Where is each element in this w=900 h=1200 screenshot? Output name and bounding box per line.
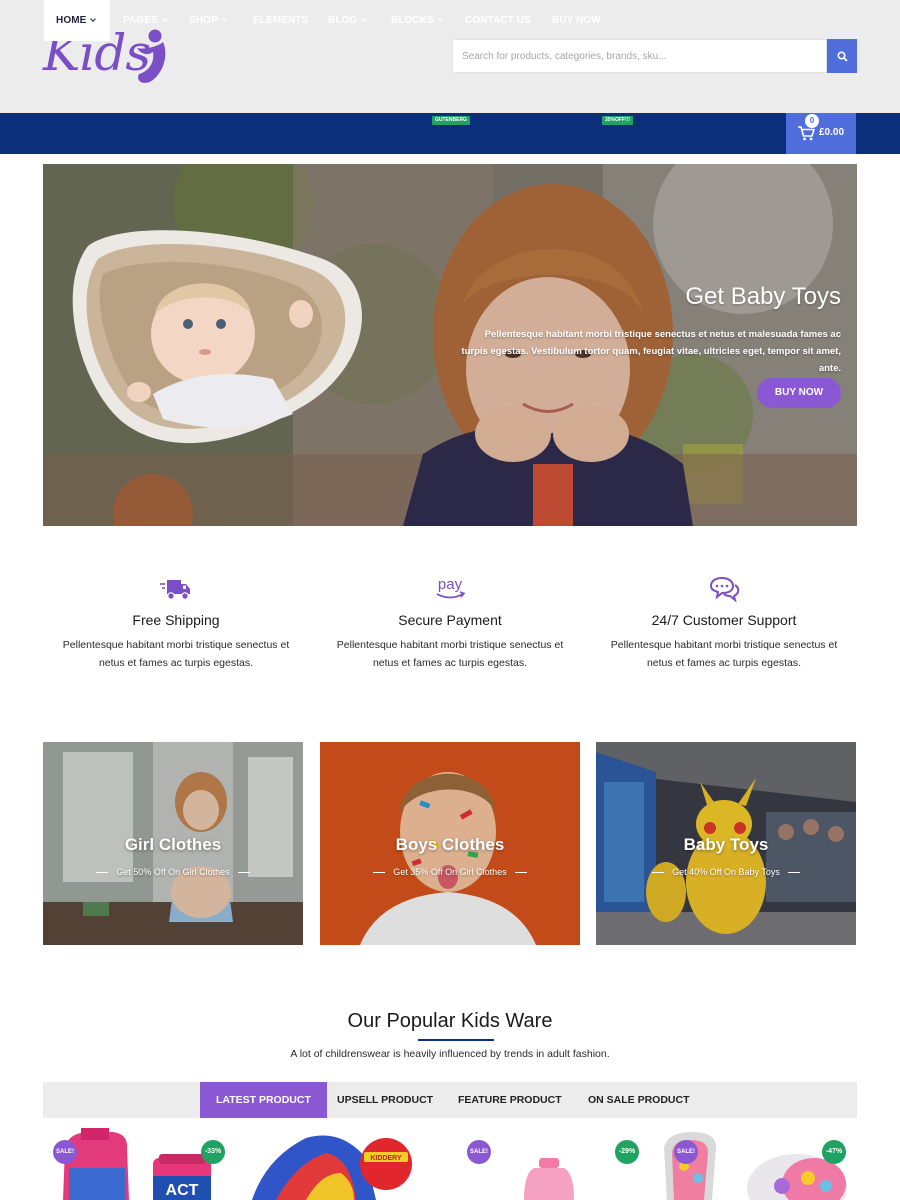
chevron-down-icon: [90, 16, 97, 22]
search-input[interactable]: [453, 40, 826, 72]
product-card-lotion[interactable]: SALE!: [464, 1128, 584, 1200]
category-offer-text: Get 40% Off On Baby Toys: [672, 867, 780, 877]
product-print: ACT: [166, 1182, 199, 1199]
nav-item-blog[interactable]: BLOG: [328, 0, 368, 41]
nav-label: ELEMENTS: [253, 15, 309, 26]
category-title: Baby Toys: [683, 835, 769, 854]
product-card-bouncer[interactable]: -47%: [742, 1128, 857, 1200]
product-tabs: LATEST PRODUCT UPSELL PRODUCT FEATURE PR…: [43, 1082, 857, 1118]
tab-latest-product[interactable]: LATEST PRODUCT: [200, 1082, 327, 1118]
nav-label: BUY NOW: [552, 15, 601, 26]
search-button[interactable]: [827, 39, 857, 73]
category-subtitle: Get 50% Off On Girl Clothes: [43, 867, 303, 877]
category-offer-text: Get 50% Off On Girl Clothes: [116, 867, 230, 877]
tab-on-sale-product[interactable]: ON SALE PRODUCT: [588, 1082, 690, 1118]
nav-label: SHOP: [189, 15, 218, 26]
nav-label: BLOCKS: [391, 15, 434, 26]
category-offer-text: Get 35% Off On Girl Clothes: [393, 867, 507, 877]
product-card-mouthwash[interactable]: ACT SALE! -33%: [43, 1128, 233, 1200]
sale-badge: SALE!: [53, 1140, 77, 1164]
sale-badge: SALE!: [674, 1140, 698, 1164]
truck-icon: [160, 580, 190, 600]
nav-item-contact[interactable]: CONTACT US: [465, 0, 531, 41]
pay-icon: pay: [436, 576, 466, 599]
product-card-baby-chair[interactable]: -29% SALE!: [612, 1128, 732, 1200]
hero-title: Get Baby Toys: [685, 283, 841, 310]
nav-label: CONTACT US: [465, 15, 531, 26]
cart-count-badge: 0: [805, 114, 819, 128]
feature-secure-payment: pay Secure Payment Pellentesque habitant…: [313, 574, 587, 672]
category-subtitle: Get 35% Off On Girl Clothes: [320, 867, 580, 877]
search-icon: [836, 50, 848, 62]
chevron-down-icon: [437, 16, 444, 22]
chevron-down-icon: [361, 16, 368, 22]
nav-item-pages[interactable]: PAGES: [123, 0, 168, 41]
search-field[interactable]: [452, 39, 827, 73]
feature-text: Pellentesque habitant morbi tristique se…: [336, 639, 564, 669]
cart-button[interactable]: 0 £0.00: [786, 113, 856, 154]
nav-item-blocks[interactable]: BLOCKS: [391, 0, 444, 41]
category-title: Girl Clothes: [124, 835, 222, 854]
category-title: Boys Clothes: [395, 835, 505, 854]
nav-item-home[interactable]: HOME: [44, 0, 110, 41]
category-card-boys-clothes[interactable]: Boys Clothes Get 35% Off On Girl Clothes: [320, 742, 580, 945]
hero-description: Pellentesque habitant morbi tristique se…: [461, 329, 841, 374]
tab-upsell-product[interactable]: UPSELL PRODUCT: [337, 1082, 433, 1118]
hero-banner: Get Baby Toys Pellentesque habitant morb…: [43, 164, 857, 526]
nav-item-shop[interactable]: SHOP: [189, 0, 228, 41]
feature-customer-support: 24/7 Customer Support Pellentesque habit…: [587, 574, 861, 672]
product-image: [747, 1154, 847, 1200]
chevron-down-icon: [221, 16, 228, 22]
sale-badge: SALE!: [467, 1140, 491, 1164]
discount-badge: -47%: [822, 1140, 846, 1164]
product-image: ACT: [63, 1128, 211, 1200]
product-print: KIDDERY: [370, 1155, 402, 1162]
nav-label: HOME: [56, 15, 87, 26]
feature-title: Free Shipping: [132, 612, 220, 628]
nav-badge-gutenberg: GUTENBERG: [432, 116, 470, 125]
product-card-play-tent[interactable]: KIDDERY: [246, 1128, 436, 1200]
feature-title: Secure Payment: [398, 612, 502, 628]
discount-badge: -33%: [201, 1140, 225, 1164]
feature-free-shipping: Free Shipping Pellentesque habitant morb…: [39, 574, 313, 672]
feature-text: Pellentesque habitant morbi tristique se…: [62, 639, 290, 669]
section-title: Our Popular Kids Ware: [347, 1010, 553, 1032]
category-card-baby-toys[interactable]: Baby Toys Get 40% Off On Baby Toys: [596, 742, 856, 945]
nav-label: PAGES: [123, 15, 158, 26]
chat-icon: [709, 576, 740, 603]
feature-text: Pellentesque habitant morbi tristique se…: [610, 639, 838, 669]
hero-buy-now-button[interactable]: BUY NOW: [757, 378, 841, 408]
svg-text:pay: pay: [438, 576, 463, 593]
product-image: KIDDERY: [252, 1135, 412, 1200]
section-title-underline: [418, 1039, 494, 1041]
cart-total: £0.00: [819, 127, 845, 138]
tab-feature-product[interactable]: FEATURE PRODUCT: [458, 1082, 562, 1118]
nav-label: BLOG: [328, 15, 358, 26]
section-subtitle: A lot of childrenswear is heavily influe…: [290, 1048, 610, 1060]
nav-badge-discount: 35%OFF!!!: [602, 116, 633, 125]
feature-title: 24/7 Customer Support: [651, 612, 797, 628]
category-card-girl-clothes[interactable]: Girl Clothes Get 50% Off On Girl Clothes: [43, 742, 303, 945]
category-subtitle: Get 40% Off On Baby Toys: [596, 867, 856, 877]
nav-item-elements[interactable]: ELEMENTS: [253, 0, 308, 41]
product-image: [664, 1132, 717, 1200]
product-image: [524, 1158, 574, 1200]
chevron-down-icon: [161, 16, 168, 22]
nav-item-buy-now[interactable]: BUY NOW: [552, 0, 601, 41]
discount-badge: -29%: [615, 1140, 639, 1164]
